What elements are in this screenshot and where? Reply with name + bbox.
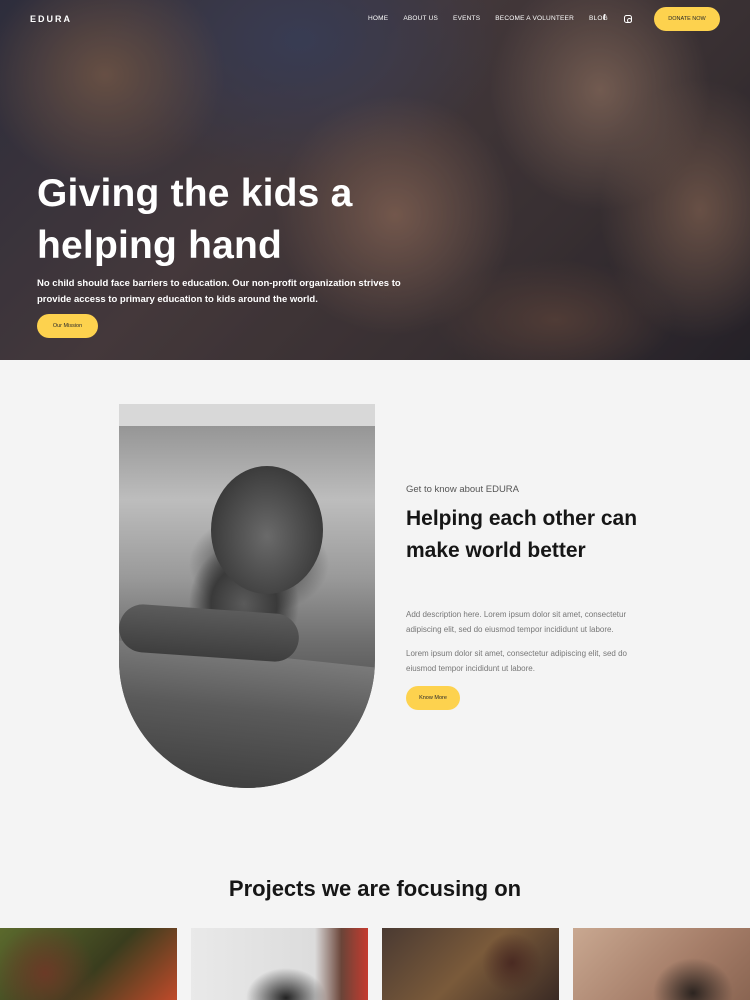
hero-subtitle: No child should face barriers to educati… <box>37 278 401 305</box>
donate-button[interactable]: DONATE NOW <box>654 7 720 31</box>
hero-title: Giving the kids a helping hand <box>37 172 353 267</box>
about-description: Add description here. Lorem ipsum dolor … <box>406 610 627 634</box>
about-description-secondary: Lorem ipsum dolor sit amet, consectetur … <box>406 649 627 673</box>
about-photo <box>119 404 375 788</box>
project-cards <box>0 928 750 1000</box>
facebook-icon[interactable]: f <box>603 13 606 22</box>
about-kicker: Get to know about EDURA <box>406 484 519 495</box>
nav-links: HOME ABOUT US EVENTS BECOME A VOLUNTEER … <box>368 15 623 22</box>
nav-link-events[interactable]: EVENTS <box>453 15 480 22</box>
about-title: Helping each other can make world better <box>406 507 638 562</box>
nav-link-about-us[interactable]: ABOUT US <box>403 15 438 22</box>
project-card-image[interactable] <box>382 928 559 1000</box>
projects-title: Projects we are focusing on <box>228 876 522 901</box>
know-more-button[interactable]: Know More <box>406 686 460 710</box>
project-card-image[interactable] <box>573 928 750 1000</box>
top-nav: EDURA HOME ABOUT US EVENTS BECOME A VOLU… <box>0 0 750 38</box>
logo[interactable]: EDURA <box>30 14 72 24</box>
hero-section: EDURA HOME ABOUT US EVENTS BECOME A VOLU… <box>0 0 750 360</box>
our-mission-button[interactable]: Our Mission <box>37 314 98 338</box>
project-card-image[interactable] <box>0 928 177 1000</box>
nav-link-become-volunteer[interactable]: BECOME A VOLUNTEER <box>495 15 574 22</box>
instagram-icon[interactable] <box>624 15 632 23</box>
project-card-image[interactable] <box>191 928 368 1000</box>
nav-link-home[interactable]: HOME <box>368 15 388 22</box>
